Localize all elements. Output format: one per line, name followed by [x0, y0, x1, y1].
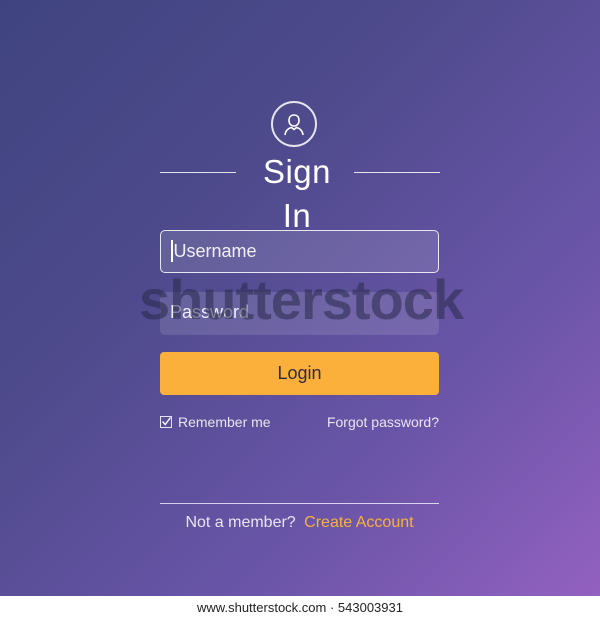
watermark: shutterstock: [138, 268, 464, 331]
username-input[interactable]: Username: [160, 230, 439, 273]
title-row: Sign In: [160, 150, 440, 234]
footer-divider: [160, 503, 439, 504]
checkbox-checked-icon: [160, 416, 172, 428]
user-icon: [271, 101, 317, 147]
remember-me-checkbox[interactable]: Remember me: [160, 412, 271, 432]
not-a-member-text: Not a member?: [185, 514, 296, 531]
username-placeholder: Username: [173, 241, 257, 261]
forgot-password-link[interactable]: Forgot password?: [327, 412, 439, 432]
page-title: Sign In: [262, 153, 332, 234]
title-divider-left: [160, 172, 236, 173]
user-silhouette-icon: [284, 114, 304, 136]
title-divider-right: [354, 172, 440, 173]
login-button[interactable]: Login: [160, 352, 439, 395]
stock-footer: www.shutterstock.com · 543003931: [0, 596, 600, 620]
login-screen: Sign In Username Password shutterstock L…: [0, 0, 600, 596]
remember-me-label: Remember me: [178, 414, 271, 430]
text-caret: [171, 239, 173, 262]
create-account-link[interactable]: Create Account: [304, 514, 413, 531]
signup-row: Not a member? Create Account: [160, 512, 439, 534]
